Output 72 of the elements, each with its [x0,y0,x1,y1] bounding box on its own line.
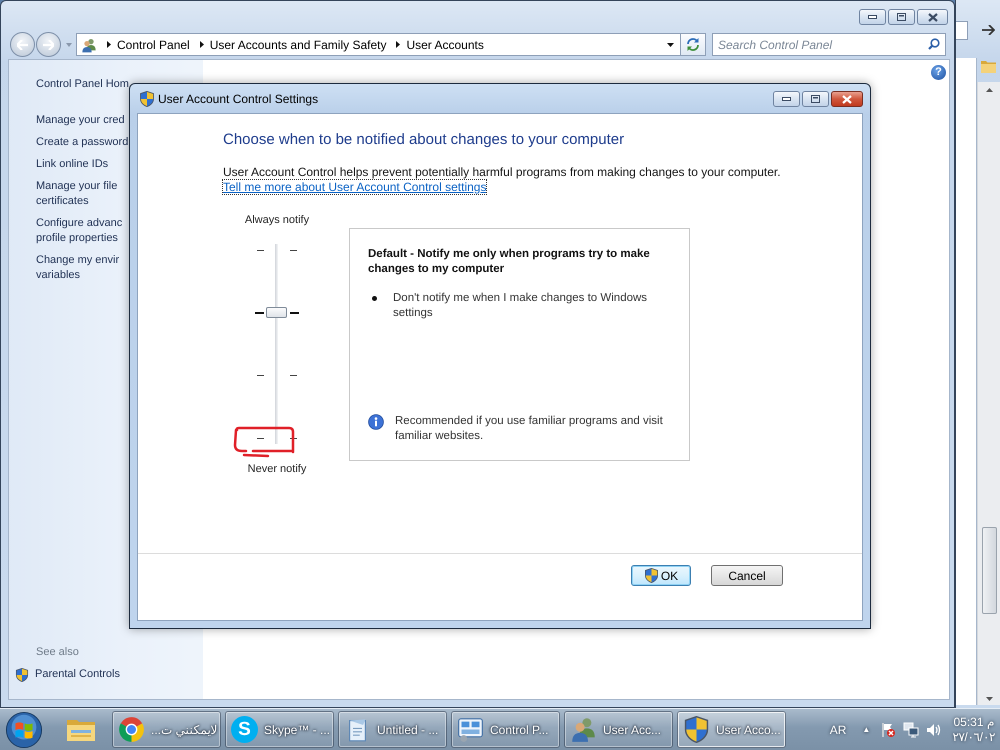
scroll-up-icon[interactable] [986,88,992,92]
maximize-icon [897,13,906,21]
setting-title: Default - Notify me only when programs try to make changes to my computer [368,247,651,277]
search-field[interactable]: Search Control Panel [712,33,946,56]
sidebar-link[interactable]: Parental Controls [35,667,120,682]
chevron-icon [396,41,400,48]
sidebar-link[interactable]: Create a password [36,135,128,150]
sidebar-link[interactable]: Configure advanc profile properties [36,216,122,246]
minimize-button[interactable] [859,9,886,25]
see-also-heading: See also [36,645,79,660]
note-text: Recommended if you use familiar programs and visit familiar websites. [395,414,664,444]
dropdown-caret-icon[interactable] [667,42,674,46]
bullet-icon [372,296,377,301]
minimize-icon [782,97,791,101]
sidebar-link[interactable]: Manage your file certificates [36,179,118,209]
forward-arrow-icon [982,25,995,35]
shield-icon [139,90,155,106]
scrollbar[interactable] [977,82,1000,705]
shield-icon [644,568,659,583]
letter-logo-icon: S [231,716,258,743]
sidebar-link[interactable]: Link online IDs [36,157,108,172]
shield-icon[interactable] [15,668,29,682]
minimize-button[interactable] [773,91,800,107]
maximize-button[interactable] [888,9,915,25]
slider-thumb[interactable] [266,307,287,318]
ok-button[interactable]: OK [631,565,691,586]
description-text: User Account Control helps prevent potentially harmful programs from making changes to your computer. [223,165,782,180]
cancel-button[interactable]: Cancel [711,565,783,586]
close-button[interactable] [831,91,863,107]
breadcrumb-link[interactable]: User Accounts and Family Safety [210,38,386,52]
close-icon [842,94,852,104]
shield-icon [683,716,710,743]
refresh-icon [686,38,700,51]
speaker-icon[interactable] [926,722,942,738]
minimize-icon [868,15,877,19]
bullet-text: Don't notify me when I make changes to Windows settings [393,291,648,321]
forward-button[interactable] [36,32,61,57]
close-button[interactable] [917,9,948,25]
users-icon [570,716,597,743]
address-bar[interactable]: Control Panel User Accounts and Family Safety User Accounts [76,33,681,56]
breadcrumb-link[interactable]: User Accounts [406,38,484,52]
sidebar-link[interactable]: Manage your cred [36,113,125,128]
circle-logo-icon [118,716,145,743]
search-field[interactable] [956,20,968,40]
maximize-button[interactable] [802,91,829,107]
dialog-heading: Choose when to be notified about changes to your computer [223,131,626,149]
info-icon [368,414,384,430]
refresh-button[interactable] [681,33,706,56]
back-arrow-icon [17,40,28,50]
breadcrumb-link[interactable]: Control Panel [117,38,190,52]
scroll-down-icon[interactable] [986,697,992,701]
users-icon [81,36,97,52]
chevron-icon [107,41,111,48]
close-icon [928,12,938,22]
back-button[interactable] [10,32,35,57]
chevron-icon [200,41,204,48]
flag-error-icon[interactable] [880,722,896,738]
scrollbar-thumb[interactable] [982,527,996,614]
sidebar-link[interactable]: Control Panel Hom [36,77,129,92]
maximize-icon [811,95,820,103]
help-link[interactable]: Tell me more about User Account Control settings [223,180,486,194]
dialog-title: User Account Control Settings [158,92,318,106]
sidebar-link[interactable]: Change my envir variables [36,253,120,283]
start-button[interactable] [4,710,44,750]
window-logo-icon [5,710,43,748]
search-icon[interactable] [928,38,940,50]
slider-top-label: Always notify [244,213,310,228]
network-icon[interactable] [903,722,920,738]
notify-slider[interactable] [255,244,299,444]
slider-bottom-label: Never notify [248,462,306,477]
panel-icon [457,716,484,743]
forward-arrow-icon [43,40,54,50]
